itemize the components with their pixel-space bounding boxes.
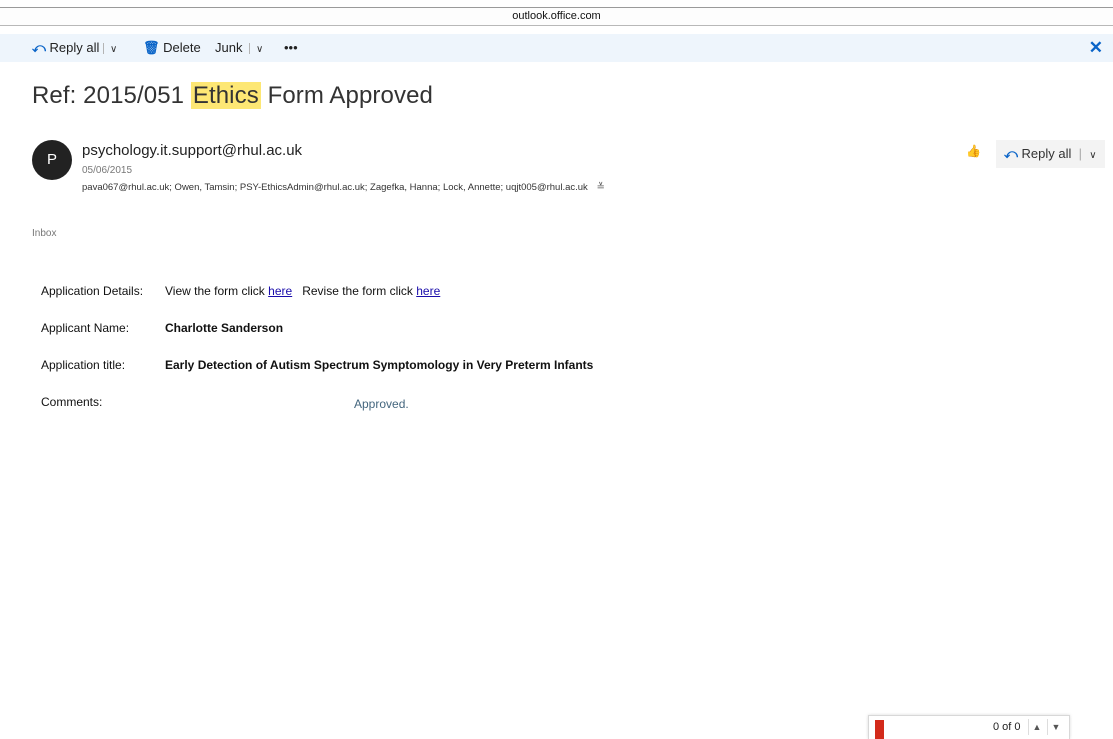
sender-address[interactable]: psychology.it.support@rhul.ac.uk <box>82 142 302 159</box>
reply-all-icon: ⤺ <box>32 40 46 55</box>
chevron-down-icon: ∨ <box>256 44 264 55</box>
message-date: 05/06/2015 <box>82 165 133 176</box>
chevron-down-icon: ∨ <box>110 44 118 55</box>
thumbs-up-icon[interactable]: 👍 <box>966 144 981 158</box>
application-title-label: Application title: <box>41 358 126 372</box>
sender-avatar[interactable]: P <box>32 140 72 180</box>
revise-form-link[interactable]: here <box>416 284 440 298</box>
find-previous-button[interactable]: ▲ <box>1028 719 1045 735</box>
details-label: Application Details: <box>41 284 144 298</box>
reply-options-dropdown[interactable]: ∨ <box>110 34 117 62</box>
reply-all-button[interactable]: ⤺ Reply all <box>32 34 99 62</box>
trash-icon: 🗑 <box>143 40 160 55</box>
delete-label: Delete <box>163 40 201 55</box>
reply-all-icon: ⤺ <box>1004 146 1018 161</box>
chevron-down-icon[interactable]: ∨ <box>1089 150 1096 161</box>
divider: | <box>1075 146 1086 161</box>
applicant-name-value: Charlotte Sanderson <box>165 321 283 335</box>
junk-label: Junk <box>215 40 243 55</box>
reply-all-message-button[interactable]: ⤺ Reply all | ∨ <box>996 140 1105 168</box>
find-bar[interactable]: 0 of 0 ▲ ▼ <box>868 715 1070 739</box>
url-text: outlook.office.com <box>512 10 601 22</box>
applicant-name: Charlotte Sanderson <box>165 321 284 335</box>
find-next-button[interactable]: ▼ <box>1047 719 1064 735</box>
reply-all-label: Reply all <box>49 40 100 55</box>
address-bar[interactable]: outlook.office.com <box>0 7 1113 26</box>
delete-button[interactable]: 🗑 Delete <box>143 34 201 62</box>
command-bar: ⤺ Reply all ∨ 🗑 Delete Junk ∨ ••• ✕ <box>0 34 1113 62</box>
message-subject: Ref: 2015/051 Ethics Form Approved <box>32 82 433 110</box>
application-title-value: Early Detection of Autism Spectrum Sympt… <box>165 358 593 372</box>
find-match-marker <box>875 720 884 739</box>
details-value: View the form click here Revise the form… <box>165 284 440 298</box>
comments-value: Approved. <box>354 397 409 411</box>
junk-options-dropdown[interactable]: ∨ <box>256 34 263 62</box>
reply-all-label: Reply all <box>1021 146 1072 161</box>
revise-text: Revise the form click <box>302 284 417 298</box>
divider <box>103 43 104 54</box>
folder-label: Inbox <box>32 228 57 239</box>
comments-label: Comments: <box>41 395 103 409</box>
more-actions-button[interactable]: ••• <box>284 34 298 62</box>
application-title: Early Detection of Autism Spectrum Sympt… <box>165 358 594 372</box>
recipients-line: pava067@rhul.ac.uk; Owen, Tamsin; PSY-Et… <box>82 182 605 193</box>
recipients-list: pava067@rhul.ac.uk; Owen, Tamsin; PSY-Et… <box>82 182 588 193</box>
chevron-double-down-icon[interactable]: ≚ <box>596 182 604 193</box>
subject-search-highlight: Ethics <box>190 82 261 109</box>
view-text: View the form click <box>165 284 269 298</box>
junk-button[interactable]: Junk <box>215 34 242 62</box>
applicant-name-label: Applicant Name: <box>41 321 130 335</box>
subject-suffix: Form Approved <box>260 82 433 109</box>
find-count: 0 of 0 <box>993 721 1021 733</box>
view-form-link[interactable]: here <box>268 284 292 298</box>
close-icon[interactable]: ✕ <box>1089 34 1103 62</box>
divider <box>249 43 250 54</box>
ellipsis-icon: ••• <box>284 40 298 55</box>
subject-prefix: Ref: 2015/051 <box>32 82 191 109</box>
